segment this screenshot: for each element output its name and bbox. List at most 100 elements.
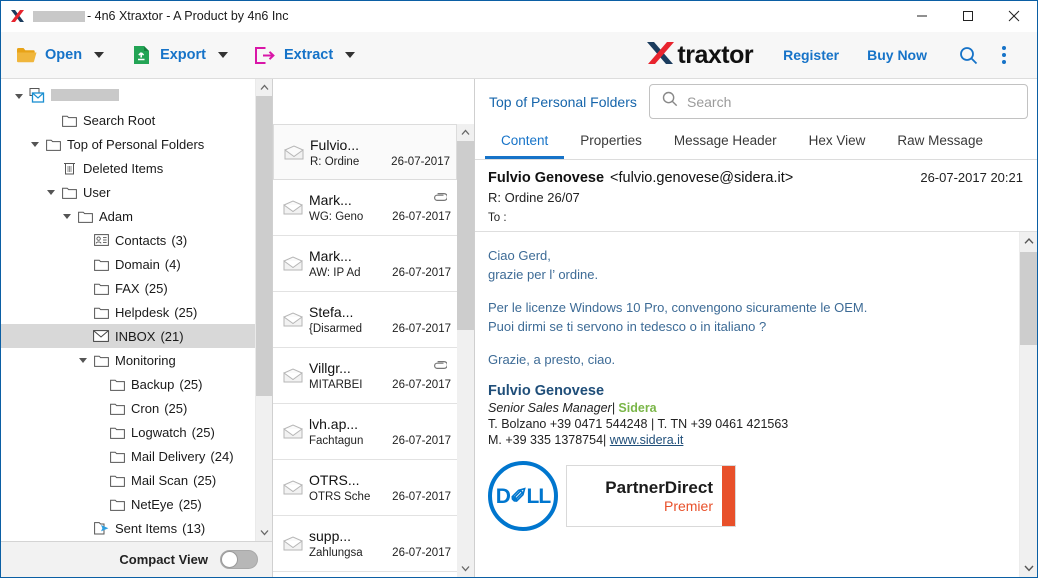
open-chevron-down-icon[interactable] [94,52,105,58]
sidebar-item-helpdesk[interactable]: Helpdesk (25) [1,300,255,324]
reading-pane-scrollbar[interactable] [1019,232,1037,577]
message-body-wrapper: Ciao Gerd, grazie per l’ ordine. Per le li… [475,232,1037,577]
folder-icon [107,474,127,487]
sidebar-item-root[interactable] [1,84,255,108]
compact-view-bar: Compact View [1,541,272,577]
message-list-item[interactable]: lvh.ap... Fachtagun 26-07-2017 [273,404,457,460]
sidebar-item-inbox[interactable]: INBOX (21) [1,324,255,348]
tree-expand-chevron-icon[interactable] [27,141,43,147]
reading-pane-scroll-up-icon[interactable] [1020,232,1037,250]
sidebar-item-label: Monitoring [115,352,176,368]
tree-expand-chevron-icon[interactable] [75,357,91,363]
tab-hex-view[interactable]: Hex View [793,124,882,159]
search-box[interactable]: Search [649,84,1028,119]
folder-tree[interactable]: Search Root Top of Personal Folders Delete… [1,79,255,541]
close-button[interactable] [991,1,1037,32]
message-list-scroll-thumb[interactable] [457,141,474,330]
sidebar-item-logwatch[interactable]: Logwatch (25) [1,420,255,444]
tab-content[interactable]: Content [485,124,565,159]
sidebar-item-label: Sent Items [115,520,178,536]
extract-button[interactable]: Extract [254,44,356,66]
tab-bar[interactable]: Content Properties Message Header Hex View R… [475,124,1037,160]
sidebar-item-domain[interactable]: Domain (4) [1,252,255,276]
attachment-paperclip-icon [432,358,448,376]
message-list-item[interactable]: Stefa... {Disarmed 26-07-2017 [273,292,457,348]
message-list-item-date: 26-07-2017 [392,379,451,391]
sidebar-item-label: Deleted Items [83,160,164,176]
sidebar-item-adam[interactable]: Adam [1,204,255,228]
extract-chevron-down-icon[interactable] [345,52,356,58]
tree-expand-chevron-icon[interactable] [59,213,75,219]
buy-now-link[interactable]: Buy Now [867,47,927,63]
export-button[interactable]: Export [130,44,228,66]
folder-icon [91,258,111,271]
sidebar-item-backup[interactable]: Backup (25) [1,372,255,396]
sidebar-item-label: Adam [99,208,133,224]
header-search-icon[interactable] [955,46,981,65]
breadcrumb-item[interactable]: Top of Personal Folders [489,94,637,110]
minimize-button[interactable] [899,1,945,32]
sidebar-item-mail-scan[interactable]: Mail Scan (25) [1,468,255,492]
signature-phones: T. Bolzano +39 0471 544248 | T. TN +39 0… [488,417,789,431]
message-list-item-date: 26-07-2017 [392,267,451,279]
application-window: - 4n6 Xtraxtor - A Product by 4n6 Inc Op… [0,0,1038,578]
open-button[interactable]: Open [15,44,105,66]
sidebar-item-deleted-items[interactable]: Deleted Items [1,156,255,180]
message-list-item[interactable]: OTRS... OTRS Sche 26-07-2017 [273,460,457,516]
message-list-item-text: Mark... WG: Geno 26-07-2017 [309,192,451,223]
message-list-item-sender: Villgr... [309,360,351,376]
sidebar-scroll-down-icon[interactable] [256,524,272,541]
sidebar-item-neteye[interactable]: NetEye (25) [1,492,255,516]
signature-website-link[interactable]: www.sidera.it [610,433,684,447]
folder-icon [43,138,63,151]
message-list-item[interactable]: Mark... WG: Geno 26-07-2017 [273,180,457,236]
overflow-menu-icon[interactable] [991,46,1017,64]
tree-expand-chevron-icon[interactable] [43,189,59,195]
message-list-scroll-track[interactable] [457,141,474,560]
folder-icon [59,186,79,199]
redacted-filename [33,10,85,22]
tab-properties[interactable]: Properties [564,124,658,159]
export-chevron-down-icon[interactable] [217,52,228,58]
sidebar-scroll-track[interactable] [256,96,272,524]
tree-expand-chevron-icon[interactable] [11,93,27,99]
message-list-item[interactable]: Villgr... MITARBEI 26-07-2017 [273,348,457,404]
tab-message-header[interactable]: Message Header [658,124,793,159]
sidebar-item-label: Cron [131,400,160,416]
sidebar-item-fax[interactable]: FAX (25) [1,276,255,300]
sidebar-item-cron[interactable]: Cron (25) [1,396,255,420]
reading-pane-scroll-track[interactable] [1020,250,1037,559]
sidebar-item-count: (21) [160,328,184,344]
message-list-item-meta: MITARBEI 26-07-2017 [309,379,451,391]
sidebar-item-mail-delivery[interactable]: Mail Delivery (24) [1,444,255,468]
message-list-scroll-up-icon[interactable] [457,124,474,141]
message-list[interactable]: Fulvio... R: Ordine 26-07-2017 Mark... WG: … [273,124,457,577]
sidebar-item-sent-items[interactable]: Sent Items (13) [1,516,255,540]
sidebar-item-monitoring[interactable]: Monitoring [1,348,255,372]
message-list-item-meta: Fachtagun 26-07-2017 [309,435,451,447]
message-list-scrollbar[interactable] [457,124,474,577]
message-list-scroll-down-icon[interactable] [457,560,474,577]
reading-pane-scroll-thumb[interactable] [1020,252,1037,345]
sidebar-item-contacts[interactable]: Contacts (3) [1,228,255,252]
message-list-item[interactable]: Fulvio... R: Ordine 26-07-2017 [273,124,457,180]
sidebar-item-search-root[interactable]: Search Root [1,108,255,132]
breadcrumb[interactable]: Top of Personal Folders›User›Adam›IN [489,94,643,110]
compact-view-toggle[interactable] [220,550,258,569]
sidebar-item-count: (24) [210,448,234,464]
reading-pane-scroll-down-icon[interactable] [1020,559,1037,577]
folder-icon [107,450,127,463]
sidebar-scrollbar[interactable] [255,79,272,541]
sidebar-scroll-up-icon[interactable] [256,79,272,96]
register-link[interactable]: Register [783,47,839,63]
maximize-button[interactable] [945,1,991,32]
search-input[interactable]: Search [687,94,731,110]
sidebar-item-user[interactable]: User [1,180,255,204]
signature-name: Fulvio Genovese [488,383,605,399]
message-list-item[interactable]: supp...Ihre Rechn26-07-2017 [273,572,457,577]
tab-raw-message[interactable]: Raw Message [881,124,999,159]
sidebar-scroll-thumb[interactable] [256,96,272,396]
message-list-item[interactable]: Mark... AW: IP Ad 26-07-2017 [273,236,457,292]
sidebar-item-top-of-personal-folders[interactable]: Top of Personal Folders [1,132,255,156]
message-list-item[interactable]: supp... Zahlungsa 26-07-2017 [273,516,457,572]
